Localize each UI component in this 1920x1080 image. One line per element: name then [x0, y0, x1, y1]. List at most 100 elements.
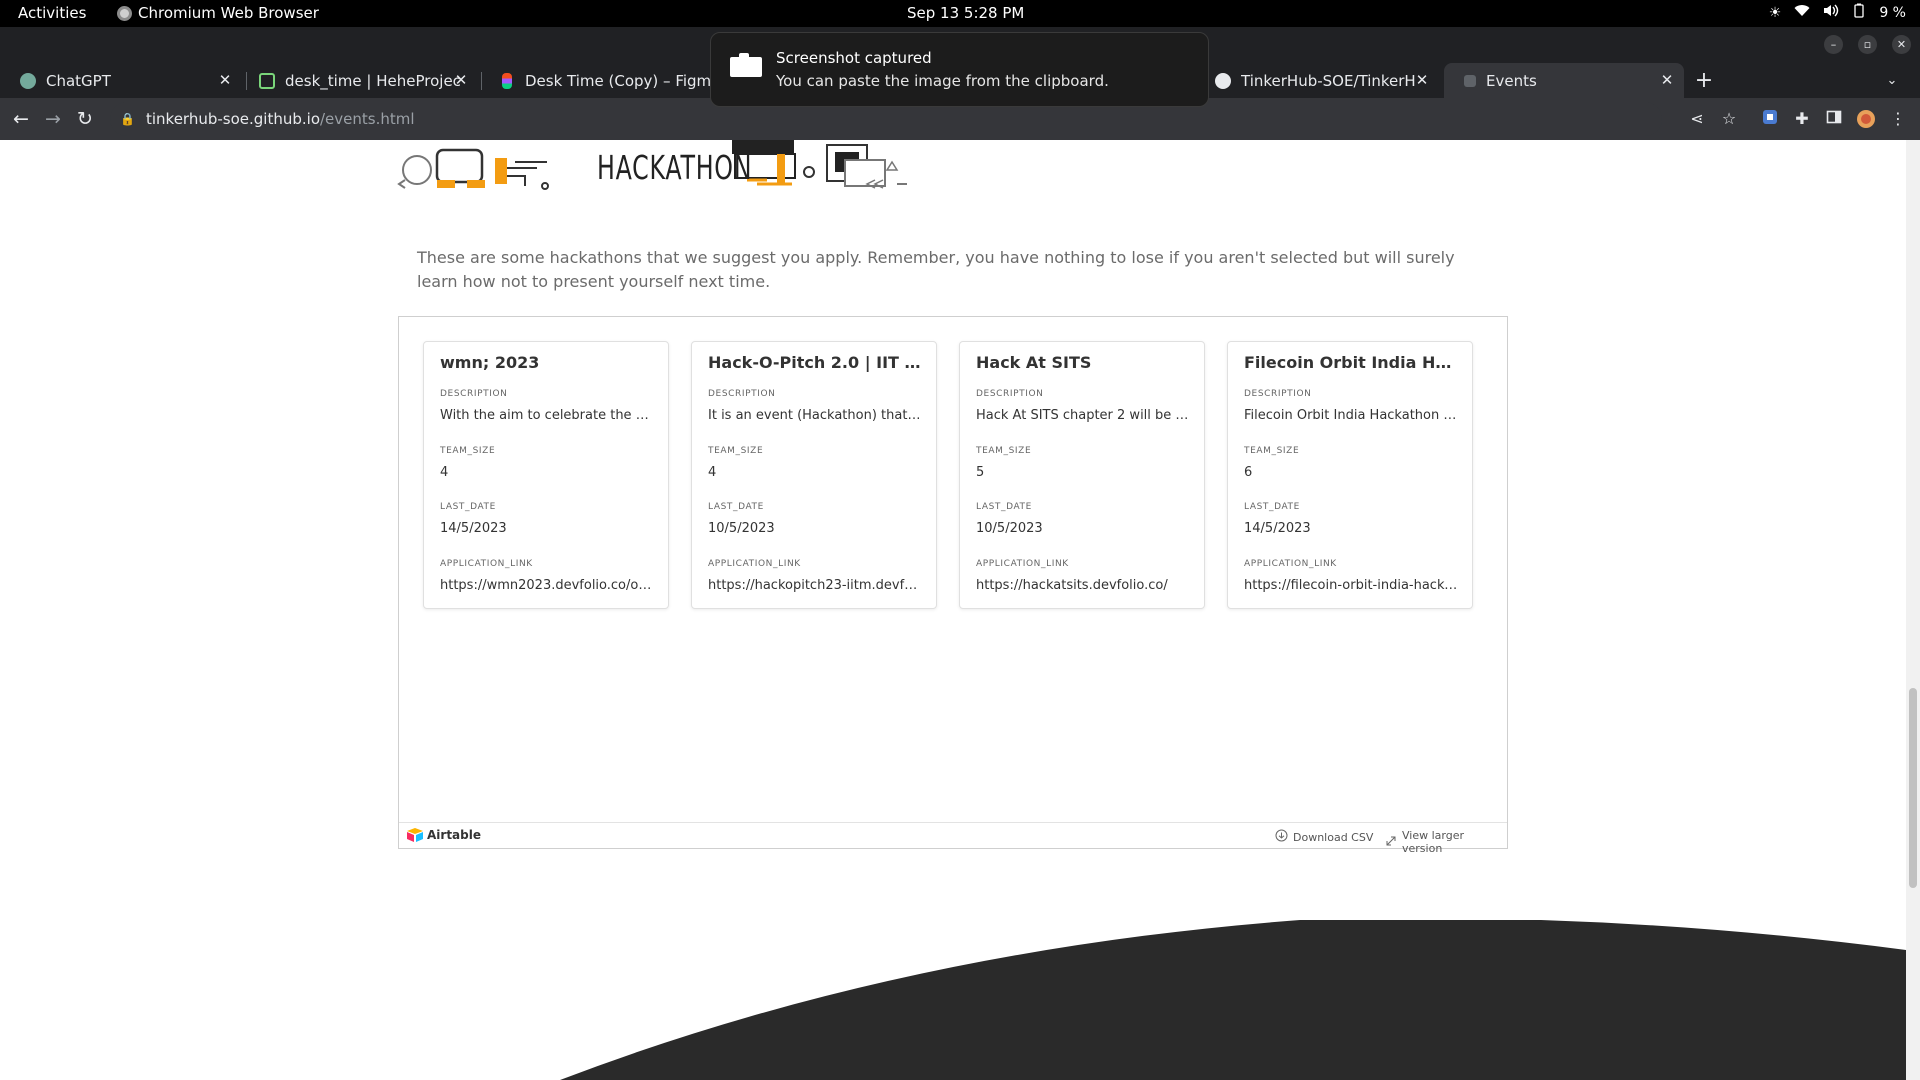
- profile-avatar-icon[interactable]: [1856, 109, 1876, 129]
- extension-shield-icon[interactable]: [1760, 109, 1780, 129]
- event-card[interactable]: wmn; 2023 DESCRIPTION With the aim to cele…: [423, 341, 669, 609]
- notification-title: Screenshot captured: [776, 49, 932, 67]
- event-card[interactable]: Hack At SITS DESCRIPTION Hack At SITS chap…: [959, 341, 1205, 609]
- notification-body: You can paste the image from the clipboa…: [776, 72, 1109, 90]
- minimize-icon[interactable]: –: [1824, 35, 1843, 54]
- download-csv-link[interactable]: Download CSV: [1275, 829, 1373, 845]
- share-icon[interactable]: ⋖: [1687, 109, 1707, 129]
- view-larger-label: View larger version: [1402, 829, 1464, 855]
- field-value-last-date: 10/5/2023: [708, 521, 775, 536]
- view-larger-link[interactable]: View larger version: [1385, 829, 1507, 855]
- tab-label: ChatGPT: [46, 71, 111, 90]
- app-name: Chromium Web Browser: [138, 4, 319, 22]
- app-menu[interactable]: Chromium Web Browser: [117, 4, 319, 22]
- desk-time-icon: [259, 72, 275, 89]
- airtable-brand: Airtable: [427, 828, 481, 842]
- clock[interactable]: Sep 13 5:28 PM: [907, 4, 1024, 22]
- field-value-last-date: 14/5/2023: [440, 521, 507, 536]
- field-label-description: DESCRIPTION: [976, 389, 1044, 399]
- tab-label: Desk Time (Copy) – Figma: [525, 71, 711, 90]
- url-path: /events.html: [320, 110, 415, 128]
- url-host: tinkerhub-soe.github.io: [146, 110, 320, 128]
- field-value-description: It is an event (Hackathon) that co...: [708, 408, 922, 423]
- camera-icon: [730, 53, 762, 77]
- airtable-logo[interactable]: Airtable: [407, 828, 481, 842]
- close-tab-icon[interactable]: ✕: [452, 71, 470, 89]
- field-value-application-link[interactable]: https://hackopitch23-iitm.devfoli...: [708, 578, 922, 593]
- bookmark-star-icon[interactable]: ☆: [1719, 109, 1739, 129]
- event-title: Hack-O-Pitch 2.0 | IIT Madr...: [708, 353, 922, 372]
- page-icon: [1464, 74, 1476, 87]
- field-label-last-date: LAST_DATE: [440, 502, 496, 512]
- event-title: Filecoin Orbit India Hacka...: [1244, 353, 1458, 372]
- github-icon: [1215, 72, 1231, 89]
- field-value-description: Hack At SITS chapter 2 will be a 4-...: [976, 408, 1190, 423]
- tab-figma[interactable]: Desk Time (Copy) – Figma: [479, 63, 711, 98]
- field-label-team-size: TEAM_SIZE: [976, 445, 1032, 456]
- screenshot-notification[interactable]: Screenshot captured You can paste the im…: [710, 32, 1209, 107]
- field-value-description: With the aim to celebrate the brill...: [440, 408, 654, 423]
- field-value-description: Filecoin Orbit India Hackathon is ...: [1244, 408, 1458, 423]
- close-tab-icon[interactable]: ✕: [216, 71, 234, 89]
- field-value-team-size: 4: [708, 464, 717, 480]
- system-tray[interactable]: ☀ 9 %: [1769, 3, 1906, 22]
- event-card[interactable]: Filecoin Orbit India Hacka... DESCRIPTION…: [1227, 341, 1473, 609]
- field-value-last-date: 14/5/2023: [1244, 521, 1311, 536]
- intro-text: These are some hackathons that we sugges…: [417, 248, 1455, 291]
- field-value-team-size: 5: [976, 464, 985, 480]
- address-bar[interactable]: 🔒 tinkerhub-soe.github.io/events.html: [110, 102, 1662, 136]
- field-label-application-link: APPLICATION_LINK: [440, 558, 533, 569]
- chatgpt-icon: [20, 72, 36, 89]
- volume-icon: [1823, 4, 1839, 21]
- event-title: wmn; 2023: [440, 353, 540, 372]
- page-viewport: HACKATHON These are some hackathons that…: [0, 140, 1906, 1080]
- close-window-icon[interactable]: ✕: [1892, 35, 1911, 54]
- activities-button[interactable]: Activities: [18, 4, 86, 22]
- field-label-application-link: APPLICATION_LINK: [1244, 558, 1337, 569]
- tab-search-chevron-icon[interactable]: ⌄: [1880, 63, 1904, 98]
- page-scrollbar[interactable]: [1906, 140, 1920, 1080]
- field-label-last-date: LAST_DATE: [708, 502, 764, 512]
- close-tab-icon[interactable]: ✕: [1658, 71, 1676, 89]
- tab-label: desk_time | HeheProject |: [285, 71, 460, 90]
- close-tab-icon[interactable]: ✕: [1413, 71, 1431, 89]
- wifi-icon: [1794, 4, 1810, 21]
- tab-github[interactable]: TinkerHub-SOE/TinkerHu ✕: [1195, 63, 1439, 98]
- brightness-icon: ☀: [1768, 4, 1782, 21]
- field-label-application-link: APPLICATION_LINK: [976, 558, 1069, 569]
- chromium-icon: [117, 5, 132, 21]
- field-value-team-size: 6: [1244, 464, 1253, 480]
- figma-icon: [502, 72, 512, 89]
- maximize-icon[interactable]: ▫: [1858, 35, 1877, 54]
- embed-footer: Airtable Download CSV View larger versio…: [399, 822, 1507, 855]
- banner-title: HACKATHON: [597, 148, 753, 187]
- field-label-application-link: APPLICATION_LINK: [708, 558, 801, 569]
- forward-button[interactable]: →: [40, 106, 66, 132]
- field-value-application-link[interactable]: https://wmn2023.devfolio.co/ove...: [440, 578, 654, 593]
- field-value-last-date: 10/5/2023: [976, 521, 1043, 536]
- footer-wave: [560, 920, 1906, 1080]
- reload-button[interactable]: ↻: [72, 106, 98, 132]
- airtable-embed[interactable]: wmn; 2023 DESCRIPTION With the aim to cele…: [398, 316, 1508, 855]
- tab-chatgpt[interactable]: ChatGPT ✕: [0, 63, 242, 98]
- field-value-application-link[interactable]: https://filecoin-orbit-india-hackat...: [1244, 578, 1458, 593]
- field-label-description: DESCRIPTION: [1244, 389, 1312, 399]
- field-label-description: DESCRIPTION: [708, 389, 776, 399]
- event-title: Hack At SITS: [976, 353, 1092, 372]
- battery-percent: 9 %: [1879, 4, 1906, 21]
- tab-events[interactable]: Events ✕: [1444, 63, 1684, 98]
- download-csv-label: Download CSV: [1293, 830, 1374, 844]
- new-tab-button[interactable]: +: [1692, 63, 1716, 98]
- field-label-last-date: LAST_DATE: [1244, 502, 1300, 512]
- browser-menu-icon[interactable]: ⋮: [1888, 109, 1908, 129]
- scrollbar-thumb[interactable]: [1909, 688, 1917, 888]
- back-button[interactable]: ←: [8, 106, 34, 132]
- event-card[interactable]: Hack-O-Pitch 2.0 | IIT Madr... DESCRIPTIO…: [691, 341, 937, 609]
- lock-icon[interactable]: 🔒: [120, 112, 136, 126]
- tab-desk-time[interactable]: desk_time | HeheProject | ✕: [239, 63, 478, 98]
- battery-icon: [1852, 3, 1866, 22]
- field-value-application-link[interactable]: https://hackatsits.devfolio.co/: [976, 578, 1190, 593]
- side-panel-icon[interactable]: [1824, 109, 1844, 129]
- field-label-team-size: TEAM_SIZE: [708, 445, 764, 456]
- extensions-puzzle-icon[interactable]: ✚: [1792, 109, 1812, 129]
